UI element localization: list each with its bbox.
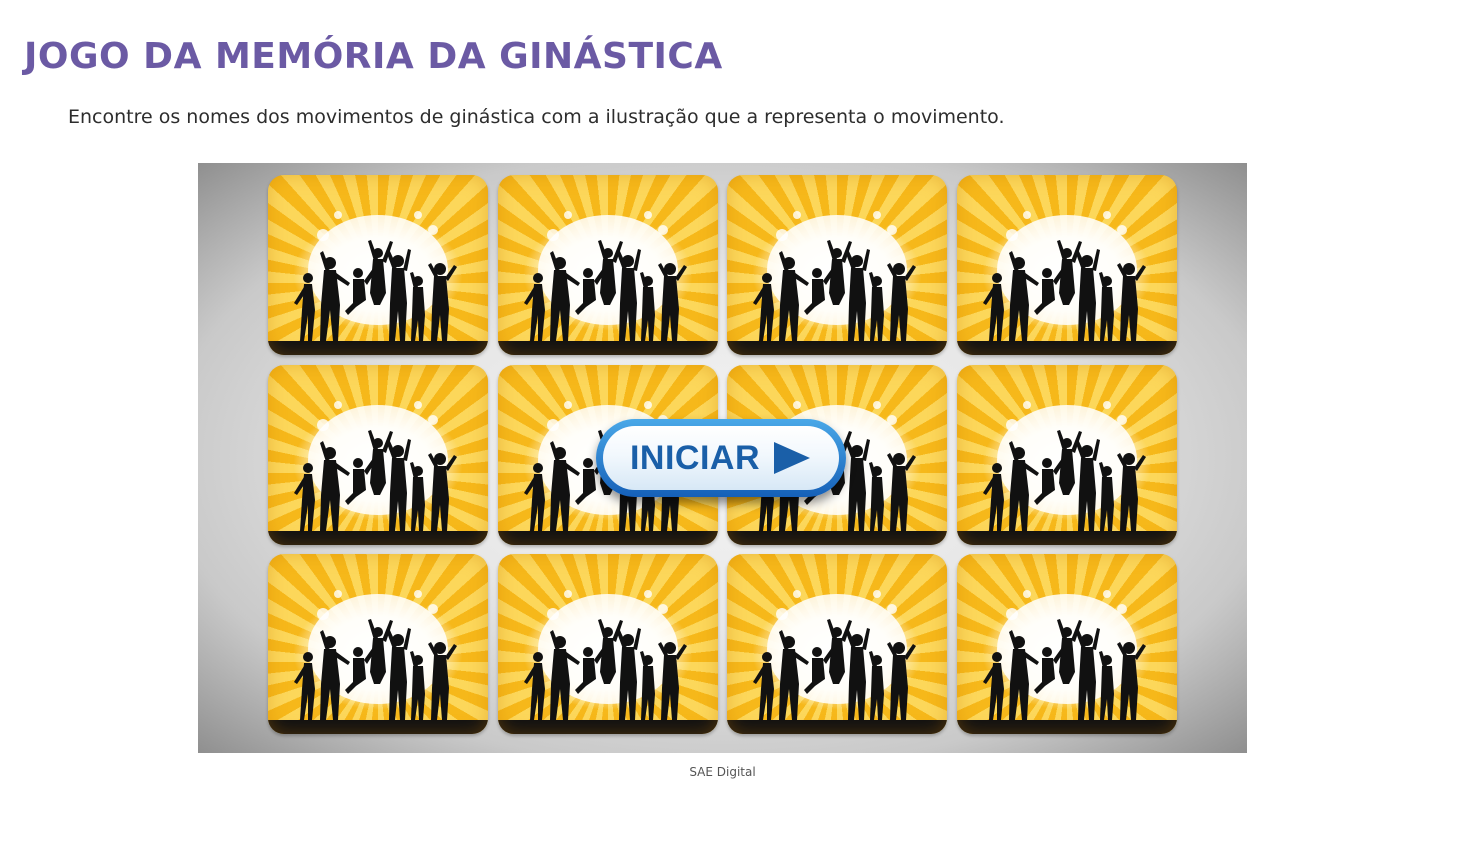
dancing-silhouettes-icon xyxy=(268,400,488,545)
memory-card[interactable] xyxy=(727,554,947,734)
memory-card[interactable] xyxy=(956,364,1177,545)
memory-card[interactable] xyxy=(956,175,1177,355)
memory-card[interactable] xyxy=(268,364,488,545)
memory-card[interactable] xyxy=(268,175,488,355)
dancing-silhouettes-icon xyxy=(497,590,718,734)
memory-card[interactable] xyxy=(727,175,947,355)
memory-card[interactable] xyxy=(497,554,718,734)
dancing-silhouettes-icon xyxy=(956,400,1177,545)
dancing-silhouettes-icon xyxy=(956,211,1177,355)
page-title: JOGO DA MEMÓRIA DA GINÁSTICA xyxy=(24,36,723,77)
page: JOGO DA MEMÓRIA DA GINÁSTICA Encontre os… xyxy=(0,0,1460,850)
dancing-silhouettes-icon xyxy=(727,211,947,355)
dancing-silhouettes-icon xyxy=(268,590,488,734)
image-caption: SAE Digital xyxy=(689,765,756,779)
dancing-silhouettes-icon xyxy=(497,211,718,355)
start-button[interactable]: INICIAR xyxy=(596,419,846,497)
memory-card[interactable] xyxy=(497,175,718,355)
dancing-silhouettes-icon xyxy=(727,590,947,734)
dancing-silhouettes-icon xyxy=(268,211,488,355)
memory-game-frame[interactable]: INICIAR xyxy=(198,163,1247,753)
instructions-text: Encontre os nomes dos movimentos de giná… xyxy=(68,106,1005,128)
dancing-silhouettes-icon xyxy=(956,590,1177,734)
play-icon xyxy=(774,442,811,474)
start-button-face: INICIAR xyxy=(603,426,839,490)
start-button-label: INICIAR xyxy=(629,438,761,477)
memory-card[interactable] xyxy=(956,554,1177,734)
memory-card[interactable] xyxy=(268,554,488,734)
